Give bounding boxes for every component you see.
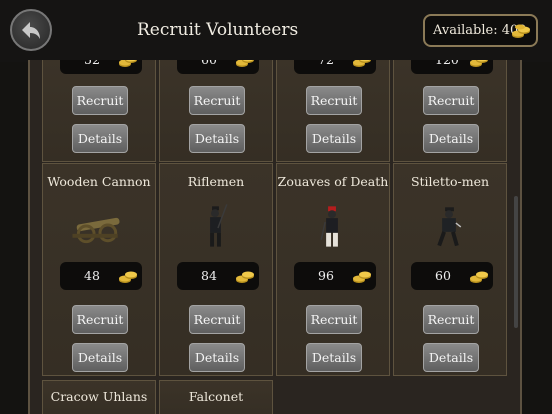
unit-card-zouaves-of-death: Zouaves of Death 96 Recruit Details <box>276 163 390 376</box>
back-button[interactable] <box>10 9 52 51</box>
unit-card: 120 Recruit Details <box>393 60 507 162</box>
unit-price: 120 <box>411 60 493 74</box>
unit-card: 60 Recruit Details <box>159 60 273 162</box>
unit-card: 52 Recruit Details <box>42 60 156 162</box>
top-bar: Recruit Volunteers Available: 400 <box>0 0 552 62</box>
gold-coins-icon <box>470 271 488 283</box>
unit-card-cracow-uhlans: Cracow Uhlans <box>42 380 156 414</box>
unit-name: Falconet <box>188 389 244 404</box>
recruit-button[interactable]: Recruit <box>423 86 479 115</box>
unit-name: Stiletto-men <box>410 174 490 189</box>
gold-coins-icon <box>470 60 488 67</box>
unit-name: Zouaves of Death <box>277 174 389 189</box>
unit-name: Riflemen <box>187 174 245 189</box>
details-button[interactable]: Details <box>189 343 245 372</box>
gold-coins-icon <box>353 60 371 67</box>
details-button[interactable]: Details <box>423 343 479 372</box>
unit-card-stiletto-men: Stiletto-men 60 Recruit Details <box>393 163 507 376</box>
gold-coins-icon <box>353 271 371 283</box>
recruit-button[interactable]: Recruit <box>306 305 362 334</box>
details-button[interactable]: Details <box>306 124 362 153</box>
gold-coins-icon <box>119 60 137 67</box>
unit-price: 84 <box>177 262 259 290</box>
back-arrow-icon <box>22 22 40 39</box>
unit-price: 72 <box>294 60 376 74</box>
page-title: Recruit Volunteers <box>137 20 299 40</box>
unit-price: 60 <box>177 60 259 74</box>
unit-price: 96 <box>294 262 376 290</box>
zouave-icon <box>320 206 338 247</box>
gold-coins-icon <box>236 271 254 283</box>
recruit-button[interactable]: Recruit <box>72 86 128 115</box>
scrollbar[interactable] <box>514 196 518 328</box>
gold-coins-icon <box>512 24 530 38</box>
details-button[interactable]: Details <box>72 343 128 372</box>
gold-coins-icon <box>236 60 254 67</box>
recruit-button[interactable]: Recruit <box>189 305 245 334</box>
unit-card-riflemen: Riflemen 84 Recruit Details <box>159 163 273 376</box>
rifleman-icon <box>210 204 228 247</box>
details-button[interactable]: Details <box>306 343 362 372</box>
recruit-button[interactable]: Recruit <box>72 305 128 334</box>
unit-name: Wooden Cannon <box>47 174 151 189</box>
unit-card-falconet: Falconet <box>159 380 273 414</box>
recruit-button[interactable]: Recruit <box>306 86 362 115</box>
recruit-button[interactable]: Recruit <box>189 86 245 115</box>
wooden-cannon-icon <box>72 217 120 244</box>
available-gold-display: Available: 400 <box>423 14 538 47</box>
unit-card-wooden-cannon: Wooden Cannon 48 Recruit Details <box>42 163 156 376</box>
stiletto-man-icon <box>437 207 462 247</box>
unit-name: Cracow Uhlans <box>50 389 148 404</box>
details-button[interactable]: Details <box>72 124 128 153</box>
unit-price: 52 <box>60 60 142 74</box>
gold-coins-icon <box>119 271 137 283</box>
unit-price: 48 <box>60 262 142 290</box>
unit-price: 60 <box>411 262 493 290</box>
details-button[interactable]: Details <box>189 124 245 153</box>
recruit-button[interactable]: Recruit <box>423 305 479 334</box>
recruit-grid[interactable]: 52 Recruit Details 60 Recruit Details 72… <box>28 60 522 414</box>
details-button[interactable]: Details <box>423 124 479 153</box>
unit-card: 72 Recruit Details <box>276 60 390 162</box>
